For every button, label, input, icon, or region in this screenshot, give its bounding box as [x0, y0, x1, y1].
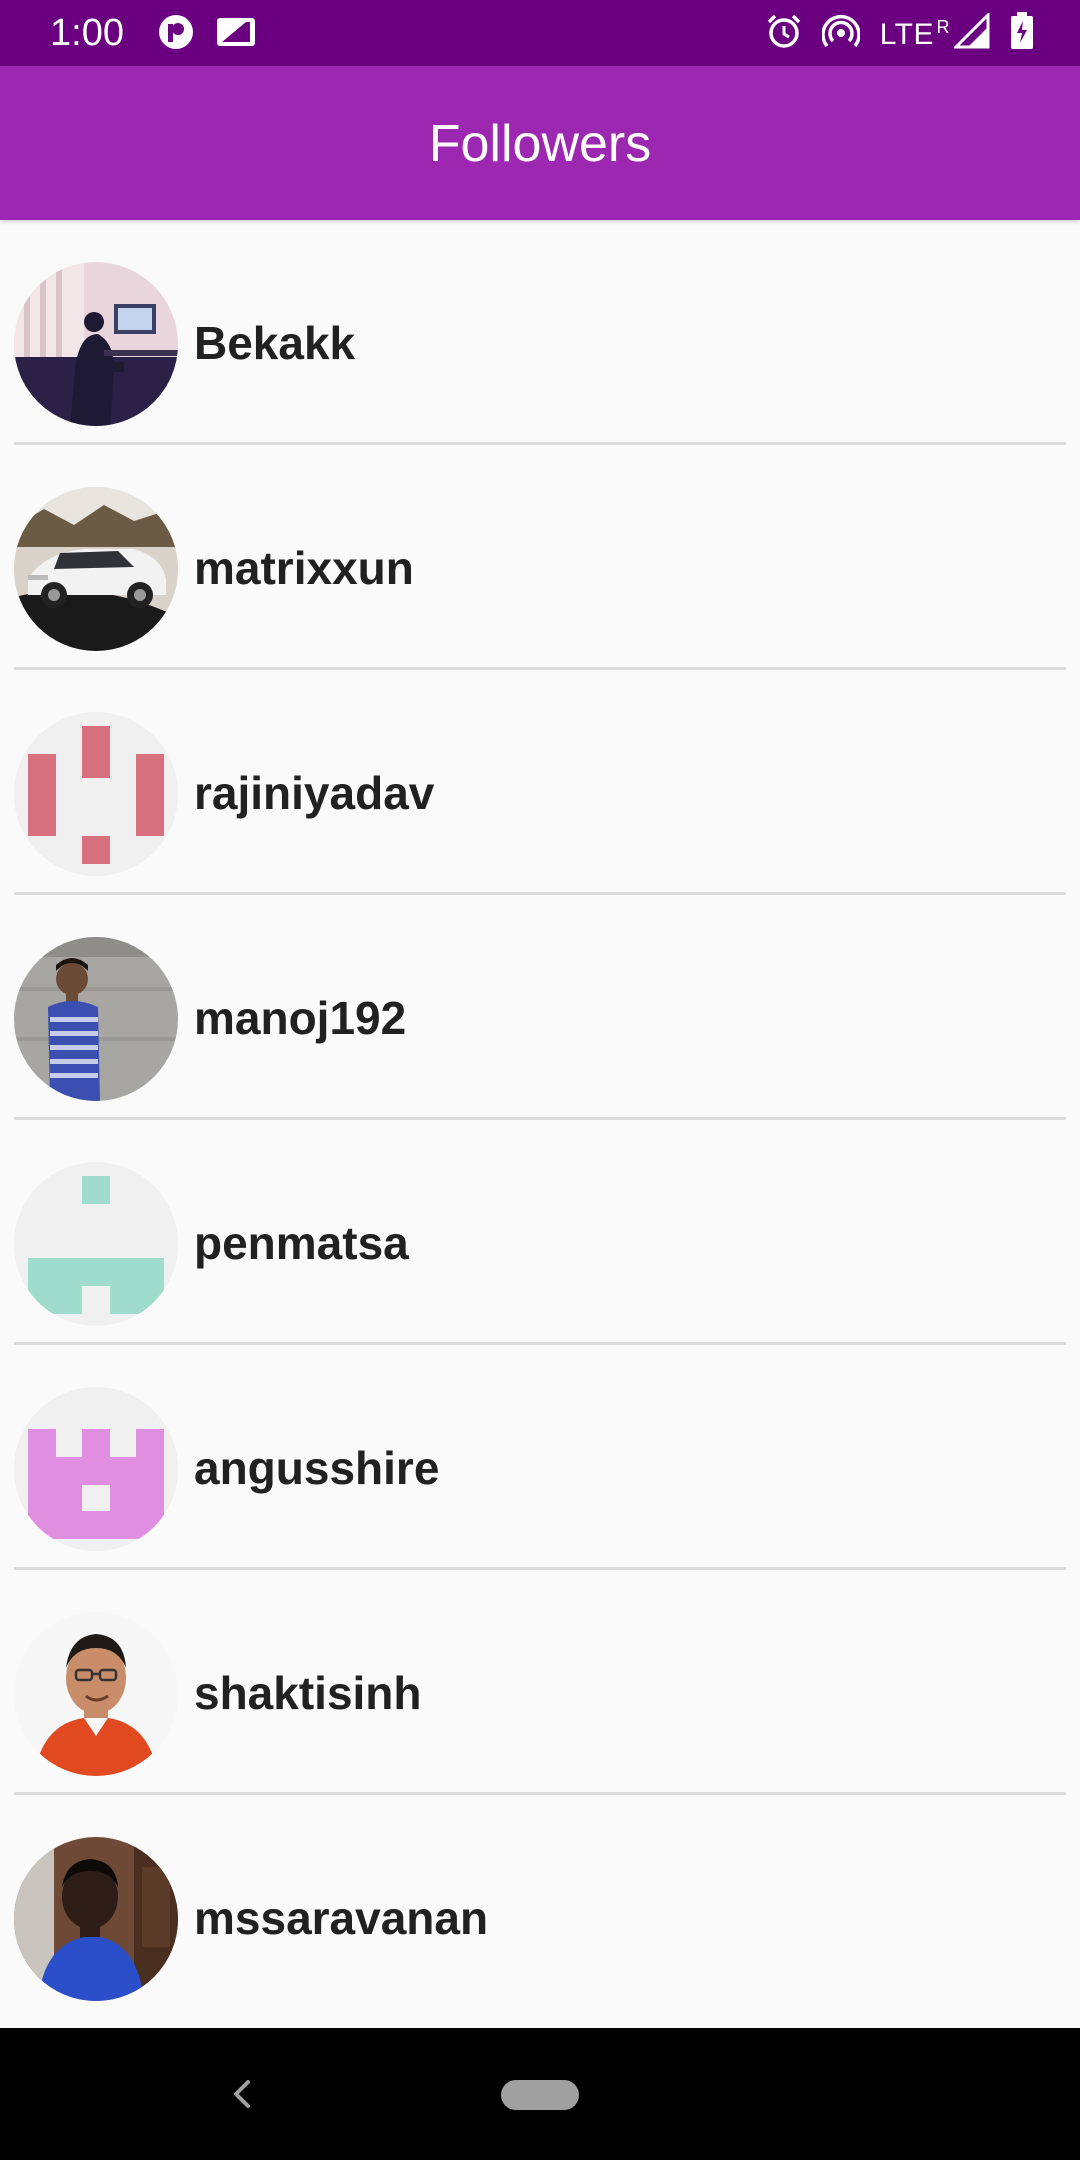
status-right-icons: LTE R [766, 11, 1034, 58]
avatar [14, 487, 178, 651]
status-left-icons [158, 14, 256, 55]
avatar [14, 937, 178, 1101]
avatar [14, 1387, 178, 1551]
followers-list[interactable]: Bekakk matrixxun rajiniyadav manoj192 pe… [0, 220, 1080, 2017]
battery-icon [1010, 12, 1034, 58]
list-item[interactable]: manoj192 [14, 895, 1066, 1120]
follower-username: Bekakk [194, 317, 356, 369]
follower-username: penmatsa [194, 1217, 409, 1269]
status-time: 1:00 [50, 12, 124, 54]
signal-icon [952, 11, 990, 57]
network-type-text: LTE [879, 18, 934, 51]
list-item[interactable]: shaktisinh [14, 1570, 1066, 1795]
list-item[interactable]: rajiniyadav [14, 670, 1066, 895]
avatar [14, 262, 178, 426]
list-item[interactable]: Bekakk [14, 220, 1066, 445]
list-item[interactable]: penmatsa [14, 1120, 1066, 1345]
follower-username: matrixxun [194, 542, 414, 594]
app-notification-icon [158, 14, 194, 55]
hotspot-icon [821, 13, 861, 57]
list-item[interactable]: angusshire [14, 1345, 1066, 1570]
follower-username: manoj192 [194, 992, 407, 1044]
navigation-bar [0, 2028, 1080, 2160]
list-item[interactable]: mssaravanan [14, 1795, 1066, 2017]
network-type-label: LTE R [879, 15, 950, 55]
avatar [14, 1837, 178, 2001]
home-pill-icon[interactable] [501, 2080, 579, 2110]
avatar [14, 712, 178, 876]
page-title: Followers [428, 115, 652, 173]
follower-username: shaktisinh [194, 1667, 422, 1719]
avatar [14, 1612, 178, 1776]
list-item[interactable]: matrixxun [14, 445, 1066, 670]
avatar [14, 1162, 178, 1326]
follower-username: angusshire [194, 1442, 440, 1494]
chevron-left-icon[interactable] [222, 2074, 262, 2114]
follower-username: mssaravanan [194, 1892, 489, 1944]
follower-username: rajiniyadav [194, 767, 435, 819]
alarm-icon [766, 13, 802, 57]
status-bar: 1:00 LTE R [0, 0, 1080, 66]
roaming-indicator: R [936, 17, 950, 37]
image-notification-icon [216, 16, 256, 53]
app-bar: Followers [0, 66, 1080, 220]
